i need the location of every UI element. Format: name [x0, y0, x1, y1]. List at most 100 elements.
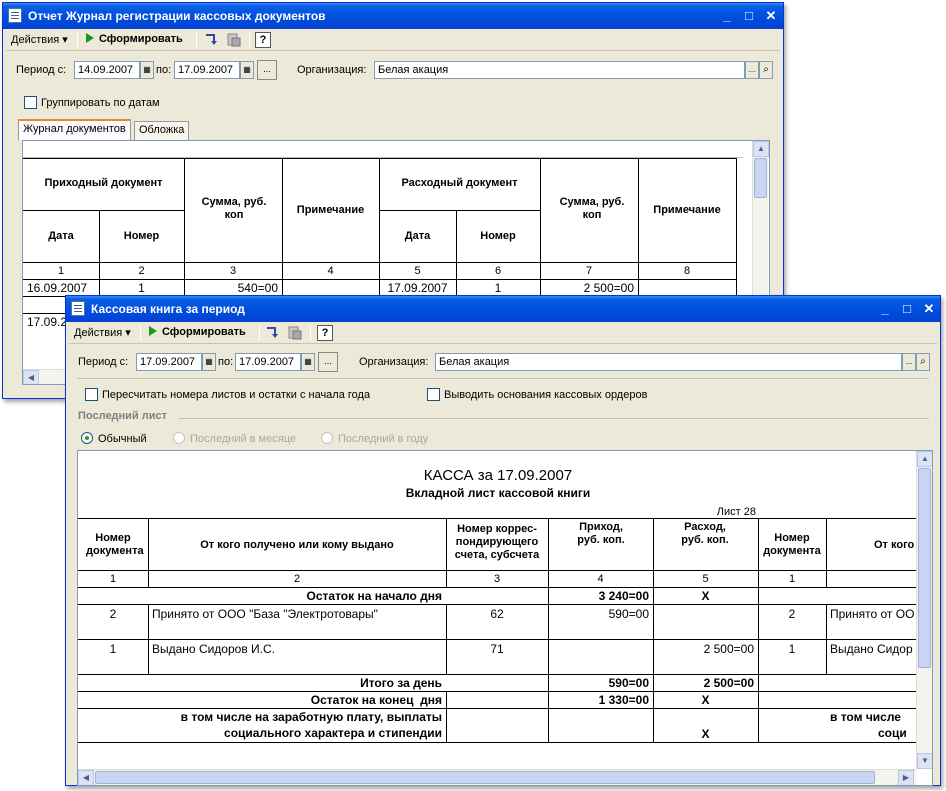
row-date-income: 16.09.2007	[27, 281, 88, 295]
including-right-line2: соци	[878, 726, 907, 740]
date-from-field[interactable]: 14.09.2007	[74, 61, 140, 79]
date-from-field[interactable]: 17.09.2007	[136, 353, 202, 371]
col-num: 6	[494, 265, 502, 277]
recalc-checkbox[interactable]	[85, 388, 98, 401]
refresh-icon[interactable]	[203, 32, 221, 48]
maximize-icon[interactable]: □	[898, 300, 916, 317]
close-icon[interactable]: ✕	[920, 300, 938, 317]
scroll-up-icon[interactable]: ▲	[917, 451, 932, 467]
total-label: Итого за день	[360, 676, 442, 690]
minimize-icon[interactable]: _	[718, 7, 736, 24]
help-button[interactable]: ?	[255, 32, 271, 48]
actions-menu[interactable]: Действия ▾	[11, 33, 68, 46]
report-title: КАССА за 17.09.2007	[423, 467, 573, 484]
tab-journal[interactable]: Журнал документов	[18, 119, 131, 140]
expense-header: Расход, руб. коп.	[681, 521, 729, 546]
window-titlebar[interactable]: Отчет Журнал регистрации кассовых докуме…	[3, 3, 783, 29]
settings-icon[interactable]	[286, 325, 304, 341]
generate-button[interactable]: Сформировать	[86, 33, 183, 45]
ellipsis-icon[interactable]: ...	[902, 353, 916, 371]
including-x-mark: Х	[701, 727, 710, 741]
col-num: 1	[109, 573, 117, 585]
generate-button[interactable]: Сформировать	[149, 326, 246, 338]
org-label: Организация:	[297, 64, 367, 76]
window-title: Отчет Журнал регистрации кассовых докуме…	[28, 9, 326, 23]
corr-account-header: Номер коррес-пондирующего счета, субсчет…	[454, 523, 540, 561]
settings-icon[interactable]	[225, 32, 243, 48]
scroll-thumb[interactable]	[95, 771, 875, 784]
play-icon	[149, 326, 157, 336]
radio-last-month[interactable]	[173, 432, 185, 444]
col-num: 8	[683, 265, 691, 277]
org-field[interactable]: Белая акация	[435, 353, 902, 371]
scroll-thumb[interactable]	[918, 468, 931, 668]
period-label: Период с:	[78, 356, 129, 368]
row-doc-number: 1	[109, 642, 117, 656]
to-label: по:	[218, 356, 234, 368]
row-description: Принято от ООО "База "Электротовары"	[152, 607, 378, 621]
group-by-dates-label: Группировать по датам	[41, 97, 160, 109]
org-field[interactable]: Белая акация	[374, 61, 745, 79]
including-label-line1: в том числе на заработную плату, выплаты	[180, 710, 442, 724]
col-num: 3	[229, 265, 237, 277]
scroll-up-icon[interactable]: ▲	[753, 141, 769, 157]
date-to-field[interactable]: 17.09.2007	[235, 353, 301, 371]
radio-normal-label: Обычный	[98, 433, 147, 445]
calendar-icon[interactable]: ▦	[202, 353, 216, 371]
date-to-field[interactable]: 17.09.2007	[174, 61, 240, 79]
opening-balance-label: Остаток на начало дня	[306, 589, 442, 603]
row-doc-number-right: 2	[788, 607, 796, 621]
report-subtitle: Вкладной лист кассовой книги	[405, 486, 591, 500]
row-account: 71	[490, 642, 504, 656]
window-titlebar[interactable]: Кассовая книга за период _ □ ✕	[66, 296, 940, 322]
scroll-down-icon[interactable]: ▼	[917, 753, 932, 769]
col-num: 4	[327, 265, 334, 277]
scroll-right-icon[interactable]: ▶	[898, 770, 914, 785]
window-body: Действия ▾ Сформировать ? Период с: 17.0…	[69, 322, 937, 786]
show-basis-checkbox[interactable]	[427, 388, 440, 401]
org-label: Организация:	[359, 356, 429, 368]
radio-last-month-label: Последний в месяце	[190, 433, 296, 445]
doc-number-header: Номер документа	[86, 532, 144, 557]
search-icon[interactable]: ⌕	[759, 61, 773, 79]
help-button[interactable]: ?	[317, 325, 333, 341]
scroll-thumb[interactable]	[754, 158, 767, 198]
play-icon	[86, 33, 94, 43]
row-doc-number: 2	[109, 607, 117, 621]
search-icon[interactable]: ⌕	[916, 353, 930, 371]
ellipsis-icon[interactable]: ...	[745, 61, 759, 79]
minimize-icon[interactable]: _	[876, 300, 894, 317]
refresh-icon[interactable]	[264, 325, 282, 341]
number-header: Номер	[480, 230, 516, 242]
scroll-left-icon[interactable]: ◀	[23, 370, 39, 384]
vertical-scrollbar[interactable]: ▲ ▼	[916, 451, 932, 769]
calendar-icon[interactable]: ▦	[240, 61, 254, 79]
radio-last-year-label: Последний в году	[338, 433, 429, 445]
report-icon	[8, 8, 22, 23]
row-date-expense: 17.09.2007	[387, 281, 448, 295]
to-label: по:	[156, 64, 172, 76]
group-by-dates-checkbox[interactable]	[24, 96, 37, 109]
calendar-icon[interactable]: ▦	[301, 353, 315, 371]
scroll-left-icon[interactable]: ◀	[78, 770, 94, 785]
cash-book-window: Кассовая книга за период _ □ ✕ Действия …	[65, 295, 941, 786]
row-description: Выдано Сидоров И.С.	[152, 642, 275, 656]
sum-header: Сумма, руб. коп	[201, 196, 267, 221]
actions-menu[interactable]: Действия ▾	[74, 326, 131, 339]
radio-last-year[interactable]	[321, 432, 333, 444]
note-header: Примечание	[653, 204, 721, 216]
horizontal-scrollbar[interactable]: ◀ ▶	[78, 769, 916, 785]
col-num: 4	[597, 573, 604, 585]
close-icon[interactable]: ✕	[762, 7, 780, 24]
calendar-icon[interactable]: ▦	[140, 61, 154, 79]
col-num: 7	[585, 265, 593, 277]
period-select-button[interactable]: ...	[257, 60, 277, 80]
opening-balance-value: 3 240=00	[598, 589, 649, 603]
show-basis-label: Выводить основания кассовых ордеров	[444, 389, 648, 401]
total-income: 590=00	[608, 676, 649, 690]
tab-cover[interactable]: Обложка	[134, 121, 190, 140]
period-select-button[interactable]: ...	[318, 352, 338, 372]
radio-normal[interactable]	[81, 432, 93, 444]
maximize-icon[interactable]: □	[740, 7, 758, 24]
col-num: 2	[293, 573, 301, 585]
